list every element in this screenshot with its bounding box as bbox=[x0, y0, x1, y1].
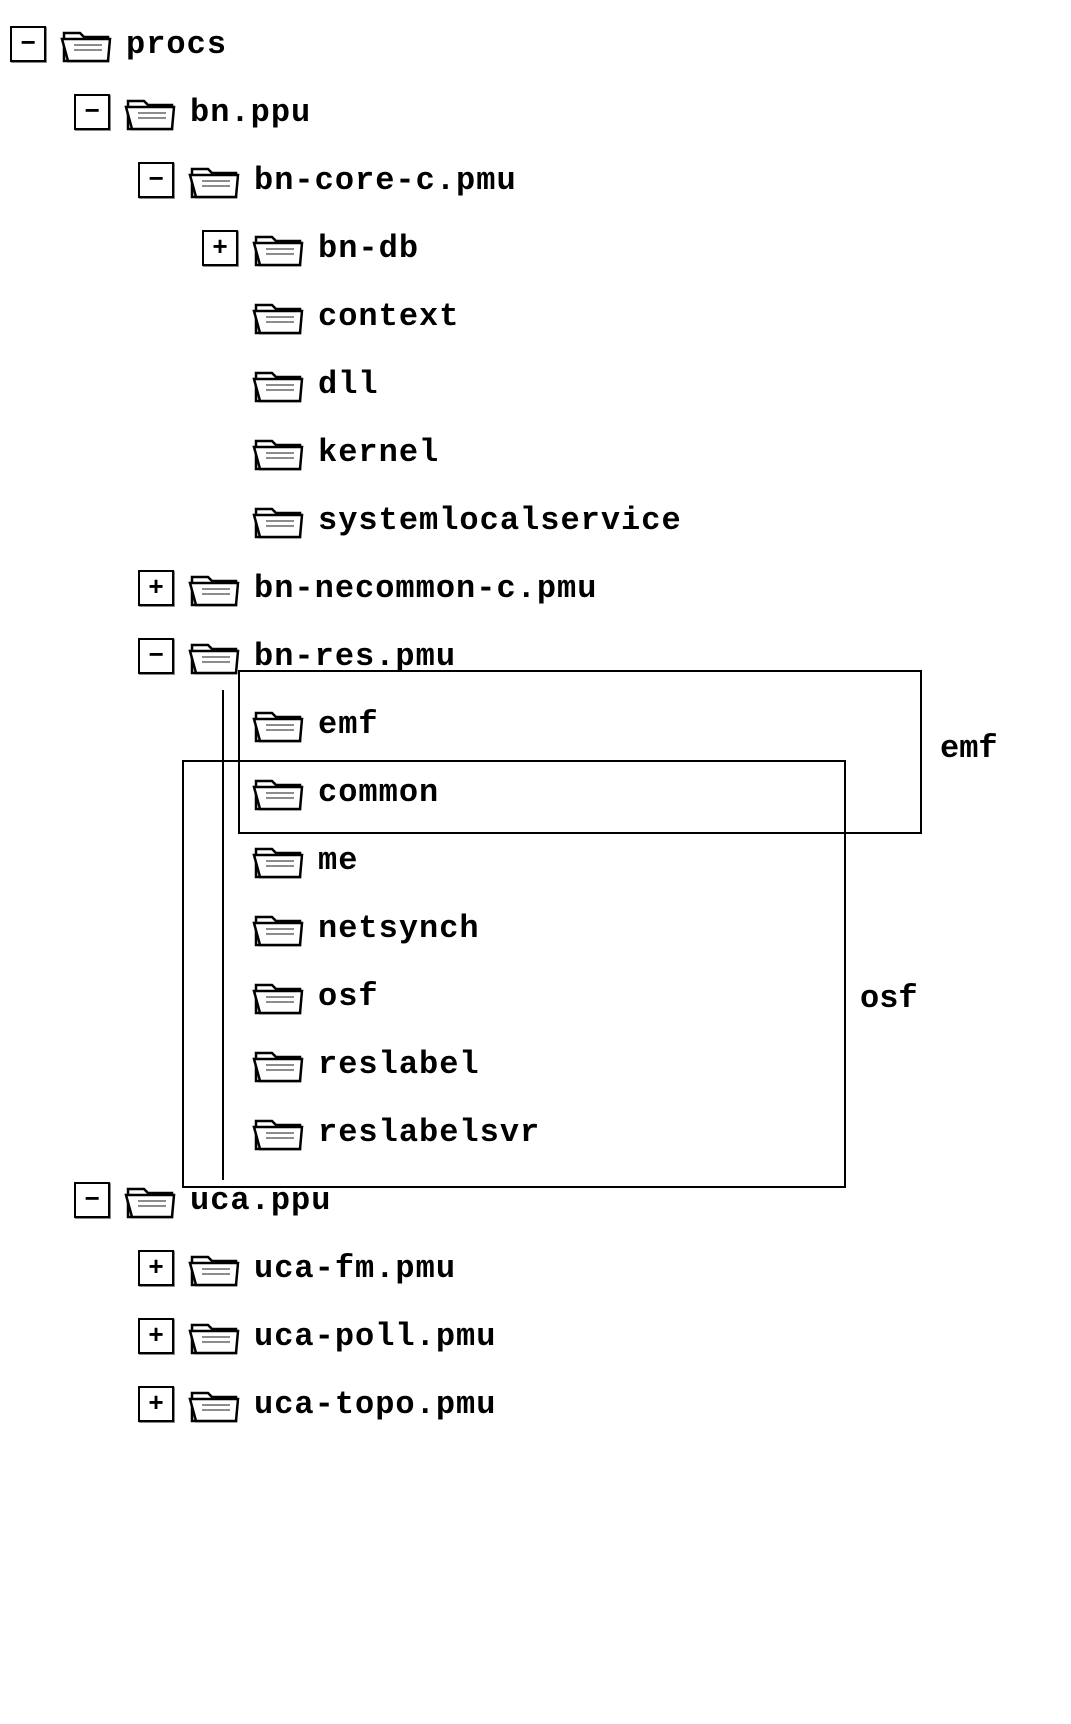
tree-node-emf[interactable]: emf bbox=[10, 690, 1071, 758]
folder-icon bbox=[252, 839, 304, 881]
node-label: reslabelsvr bbox=[318, 1114, 540, 1151]
tree-node-uca-ppu[interactable]: − uca.ppu bbox=[10, 1166, 1071, 1234]
folder-icon bbox=[188, 635, 240, 677]
folder-icon bbox=[252, 771, 304, 813]
folder-icon bbox=[252, 907, 304, 949]
collapse-icon[interactable]: − bbox=[10, 26, 46, 62]
tree-node-context[interactable]: context bbox=[10, 282, 1071, 350]
expand-icon[interactable]: + bbox=[138, 1250, 174, 1286]
tree-node-common[interactable]: common bbox=[10, 758, 1071, 826]
tree-node-dll[interactable]: dll bbox=[10, 350, 1071, 418]
tree-node-me[interactable]: me bbox=[10, 826, 1071, 894]
tree-node-netsynch[interactable]: netsynch bbox=[10, 894, 1071, 962]
folder-icon bbox=[124, 91, 176, 133]
collapse-icon[interactable]: − bbox=[138, 162, 174, 198]
folder-icon bbox=[252, 1043, 304, 1085]
tree-node-systemlocalservice[interactable]: systemlocalservice bbox=[10, 486, 1071, 554]
expand-icon[interactable]: + bbox=[138, 1386, 174, 1422]
node-label: osf bbox=[318, 978, 379, 1015]
node-label: uca-poll.pmu bbox=[254, 1318, 496, 1355]
folder-icon bbox=[252, 363, 304, 405]
node-label: bn-db bbox=[318, 230, 419, 267]
folder-icon bbox=[124, 1179, 176, 1221]
node-label: bn-core-c.pmu bbox=[254, 162, 517, 199]
node-label: uca-topo.pmu bbox=[254, 1386, 496, 1423]
tree-node-procs[interactable]: − procs bbox=[10, 10, 1071, 78]
node-label: common bbox=[318, 774, 439, 811]
node-label: dll bbox=[318, 366, 379, 403]
folder-icon bbox=[188, 567, 240, 609]
tree-node-uca-fm[interactable]: + uca-fm.pmu bbox=[10, 1234, 1071, 1302]
tree-node-osf[interactable]: osf bbox=[10, 962, 1071, 1030]
tree-node-bn-res[interactable]: − bn-res.pmu bbox=[10, 622, 1071, 690]
tree-node-uca-poll[interactable]: + uca-poll.pmu bbox=[10, 1302, 1071, 1370]
folder-icon bbox=[188, 159, 240, 201]
folder-icon bbox=[188, 1383, 240, 1425]
collapse-icon[interactable]: − bbox=[74, 94, 110, 130]
folder-icon bbox=[188, 1315, 240, 1357]
tree-node-uca-topo[interactable]: + uca-topo.pmu bbox=[10, 1370, 1071, 1438]
node-label: uca.ppu bbox=[190, 1182, 331, 1219]
node-label: bn-necommon-c.pmu bbox=[254, 570, 597, 607]
folder-icon bbox=[252, 295, 304, 337]
node-label: emf bbox=[318, 706, 379, 743]
folder-icon bbox=[252, 975, 304, 1017]
tree-node-bn-core-c[interactable]: − bn-core-c.pmu bbox=[10, 146, 1071, 214]
folder-icon bbox=[252, 431, 304, 473]
expand-icon[interactable]: + bbox=[138, 1318, 174, 1354]
collapse-icon[interactable]: − bbox=[74, 1182, 110, 1218]
folder-icon bbox=[252, 227, 304, 269]
expand-icon[interactable]: + bbox=[138, 570, 174, 606]
tree-node-reslabel[interactable]: reslabel bbox=[10, 1030, 1071, 1098]
node-label: bn.ppu bbox=[190, 94, 311, 131]
node-label: procs bbox=[126, 26, 227, 63]
folder-tree: − procs − bn.ppu − bn-core-c.pmu + bn-db… bbox=[10, 10, 1071, 1438]
folder-icon bbox=[60, 23, 112, 65]
node-label: bn-res.pmu bbox=[254, 638, 456, 675]
node-label: uca-fm.pmu bbox=[254, 1250, 456, 1287]
node-label: netsynch bbox=[318, 910, 480, 947]
node-label: systemlocalservice bbox=[318, 502, 682, 539]
tree-node-bn-necommon-c[interactable]: + bn-necommon-c.pmu bbox=[10, 554, 1071, 622]
tree-node-bn-db[interactable]: + bn-db bbox=[10, 214, 1071, 282]
node-label: me bbox=[318, 842, 358, 879]
tree-node-reslabelsvr[interactable]: reslabelsvr bbox=[10, 1098, 1071, 1166]
folder-icon bbox=[252, 499, 304, 541]
collapse-icon[interactable]: − bbox=[138, 638, 174, 674]
expand-icon[interactable]: + bbox=[202, 230, 238, 266]
node-label: kernel bbox=[318, 434, 439, 471]
folder-icon bbox=[252, 703, 304, 745]
tree-node-bn-ppu[interactable]: − bn.ppu bbox=[10, 78, 1071, 146]
tree-node-kernel[interactable]: kernel bbox=[10, 418, 1071, 486]
folder-icon bbox=[252, 1111, 304, 1153]
node-label: context bbox=[318, 298, 459, 335]
folder-icon bbox=[188, 1247, 240, 1289]
node-label: reslabel bbox=[318, 1046, 480, 1083]
